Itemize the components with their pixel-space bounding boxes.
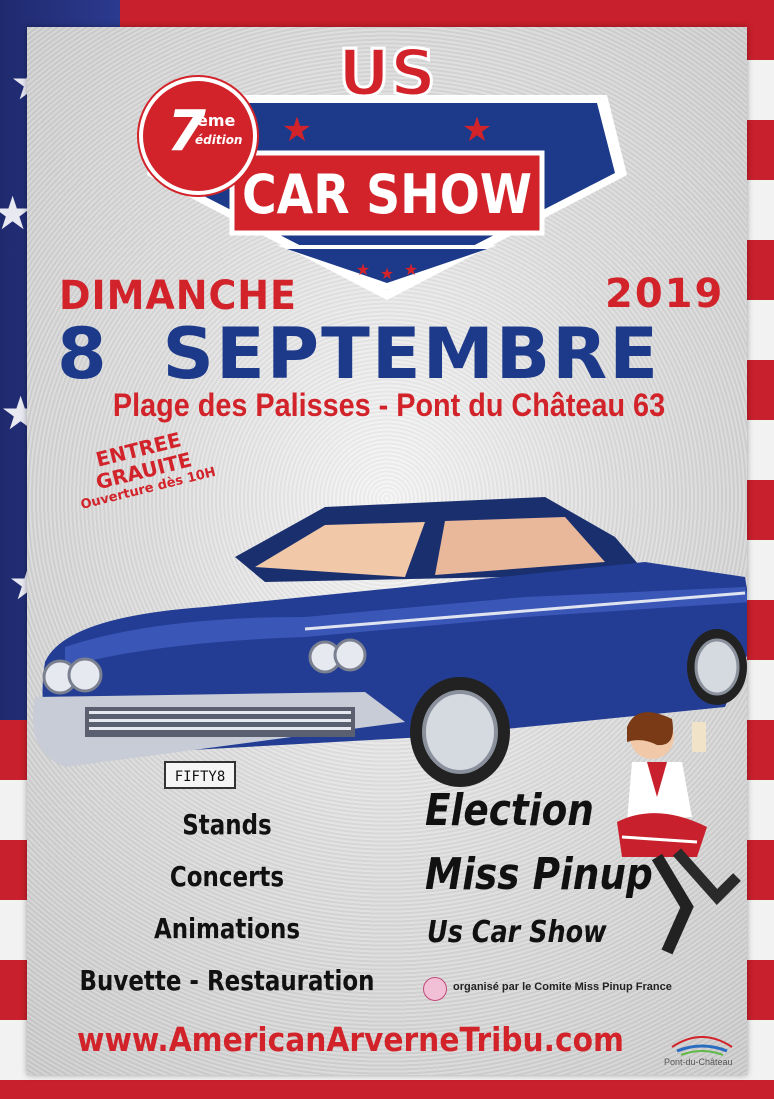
star-icon: ★ — [404, 262, 418, 279]
pinup-subtitle: Us Car Show — [427, 915, 607, 950]
activity-item: Stands — [182, 808, 272, 841]
star-icon: ★ — [380, 266, 394, 283]
pinup-illustration — [617, 712, 741, 955]
event-year: 2019 — [605, 271, 725, 317]
town-logo-label: Pont-du-Château — [664, 1057, 733, 1067]
star-icon: ★ — [356, 262, 370, 279]
town-logo-icon — [671, 1036, 733, 1056]
edition-number: 7 — [167, 99, 206, 164]
activity-item: Animations — [153, 912, 301, 945]
star-icon: ★ — [282, 111, 312, 149]
edition-suffix: ème — [197, 111, 236, 130]
poster-panel: US CAR SHOW ★ ★ ★ ★ ★ 7 ème édition DIMA… — [27, 27, 747, 1075]
activity-item: Buvette - Restauration — [79, 964, 375, 997]
logo-title-bottom: CAR SHOW — [242, 163, 532, 226]
event-location: Plage des Palisses - Pont du Château 63 — [112, 387, 666, 423]
edition-word: édition — [195, 133, 243, 147]
activity-item: Concerts — [169, 860, 285, 893]
organiser-text: organisé par le Comite Miss Pinup France — [453, 981, 672, 993]
pinup-election-title: Election — [425, 785, 594, 836]
miss-pinup-logo-icon — [423, 977, 447, 1001]
website-link[interactable]: www.AmericanArverneTribu.com — [77, 1020, 624, 1059]
activities-list: Stands Concerts Animations Buvette - Res… — [47, 799, 407, 1007]
logo-title-top: US — [338, 37, 436, 111]
star-icon: ★ — [462, 111, 492, 149]
license-plate: FIFTY8 — [175, 769, 226, 785]
edition-badge: 7 ème édition — [139, 77, 257, 195]
event-date: 8 SEPTEMBRE — [57, 313, 661, 395]
